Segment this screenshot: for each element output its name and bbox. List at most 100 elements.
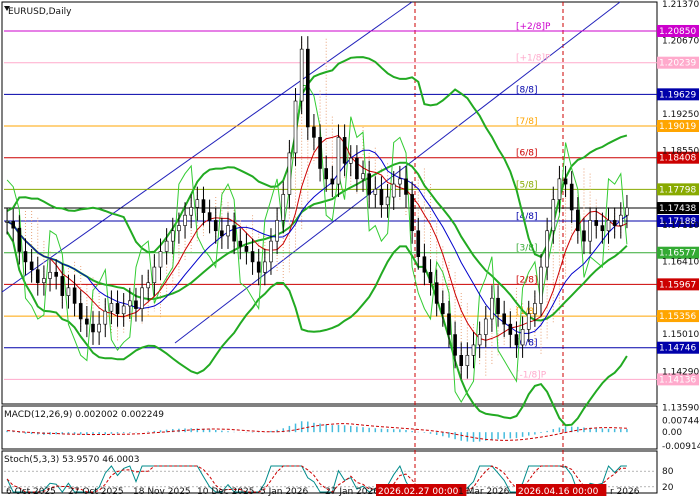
x-tick-label-6: 2026.02.27 00:00	[378, 487, 459, 497]
candle-body-35	[220, 230, 224, 237]
candle-body-22	[140, 287, 144, 309]
price-tag-text-6: 1.17438	[659, 204, 696, 214]
candle-body-42	[263, 261, 267, 273]
candle-body-23	[146, 282, 151, 289]
macd-signal-line	[7, 423, 627, 441]
candle-body-17	[109, 303, 114, 312]
macd-title: MACD(12,26,9) 0.002002 0.002249	[4, 410, 164, 420]
candle-body-87	[539, 266, 543, 304]
candle-body-90	[557, 178, 562, 200]
candle-body-32	[201, 199, 206, 213]
candle-body-25	[158, 251, 163, 268]
level-label-0: [+2/8]P	[516, 22, 551, 32]
price-tag-text-10: 1.15356	[659, 312, 696, 322]
candle-body-99	[612, 220, 617, 226]
y-tick-label-5: 1.16410	[662, 257, 699, 267]
y-tick-label-2: 1.19250	[662, 110, 699, 120]
stoch-y-tick-0: 80	[662, 467, 674, 477]
candle-body-98	[606, 220, 611, 232]
x-tick-label-9: r 2026	[610, 487, 640, 497]
candle-body-97	[600, 225, 605, 232]
candle-body-96	[594, 220, 599, 226]
candle-body-16	[103, 310, 108, 325]
candle-body-14	[91, 323, 95, 333]
candle-body-44	[275, 220, 279, 242]
y-tick-label-4: 1.17110	[662, 221, 699, 231]
candle-body-33	[207, 212, 212, 221]
candle-body-11	[72, 287, 77, 304]
stoch-title: Stoch(5,3,3) 53.9570 46.0003	[4, 455, 139, 465]
level-label-3: [7/8]	[516, 117, 538, 127]
candle-body-82	[508, 323, 513, 335]
candle-body-24	[152, 266, 157, 283]
candle-body-58	[361, 173, 365, 180]
candle-body-37	[232, 225, 236, 242]
x-tick-label-1: 27 Oct 2025	[68, 487, 124, 497]
candle-body-49	[305, 48, 310, 128]
candle-body-43	[269, 240, 273, 263]
candle-body-89	[551, 199, 556, 232]
candle-body-34	[213, 220, 218, 232]
y-tick-label-1: 1.20670	[662, 36, 699, 46]
level-label-12: [-1/8]P	[516, 370, 547, 380]
candle-body-47	[293, 100, 298, 154]
candle-body-29	[183, 214, 187, 226]
candle-body-36	[226, 225, 230, 237]
candle-body-92	[569, 183, 574, 211]
candle-body-18	[115, 303, 120, 315]
candle-body-60	[373, 188, 378, 195]
candle-body-40	[250, 251, 255, 263]
candle-body-101	[625, 207, 629, 216]
candle-body-88	[545, 230, 549, 268]
candle-body-94	[582, 230, 586, 242]
candle-body-53	[330, 178, 335, 185]
candle-body-26	[164, 240, 169, 252]
candle-body-31	[195, 199, 200, 208]
candle-body-20	[128, 300, 132, 307]
candle-body-2	[17, 227, 22, 252]
x-tick-label-5: 27 Jan 2026	[325, 487, 379, 497]
candle-body-76	[471, 344, 476, 356]
candle-body-85	[526, 313, 531, 330]
candle-body-48	[299, 48, 304, 102]
macd-y-tick-2: -0.009144	[662, 442, 700, 452]
candle-body-55	[342, 137, 347, 164]
candle-body-59	[367, 173, 371, 195]
candle-body-64	[398, 178, 402, 185]
x-tick-label-8: 2026.04.16 00:00	[518, 487, 599, 497]
candle-body-1	[11, 221, 16, 229]
candle-body-8	[54, 271, 58, 277]
candle-body-45	[281, 194, 286, 221]
macd-layer	[6, 421, 628, 442]
price-tag-text-11: 1.14746	[659, 344, 696, 354]
candle-body-27	[170, 230, 175, 242]
candle-body-63	[391, 183, 396, 198]
x-tick-label-3: 10 Dec 2025	[197, 487, 255, 497]
candle-body-80	[496, 297, 500, 315]
macd-y-tick-1: 0.00	[662, 428, 682, 438]
candle-body-100	[618, 214, 623, 226]
candle-body-30	[189, 207, 193, 216]
x-tick-label-0: 6 Oct 2025	[6, 487, 56, 497]
candle-body-9	[60, 276, 65, 296]
price-tag-text-1: 1.20239	[659, 59, 696, 69]
price-tag-text-5: 1.17798	[659, 185, 696, 195]
level-label-7: [4/8]	[516, 212, 538, 222]
candle-body-21	[134, 300, 138, 309]
candle-body-56	[348, 157, 353, 164]
level-label-5: [5/8]	[516, 180, 538, 190]
candle-body-72	[447, 313, 451, 335]
candle-body-54	[336, 137, 341, 185]
level-label-4: [6/8]	[516, 149, 538, 159]
candle-body-39	[244, 246, 249, 252]
candle-body-75	[465, 354, 470, 366]
candle-body-4	[29, 261, 34, 270]
candle-body-41	[256, 261, 261, 273]
candle-body-84	[520, 329, 525, 346]
price-tag-text-9: 1.15967	[659, 280, 696, 290]
candle-body-38	[238, 240, 243, 247]
y-ticks-layer: 1.21370 1.20670 1.19250 1.18550 1.17110 1.164…	[662, 0, 700, 493]
candle-body-19	[121, 305, 126, 315]
candle-body-3	[23, 251, 28, 263]
candle-body-95	[588, 220, 592, 242]
